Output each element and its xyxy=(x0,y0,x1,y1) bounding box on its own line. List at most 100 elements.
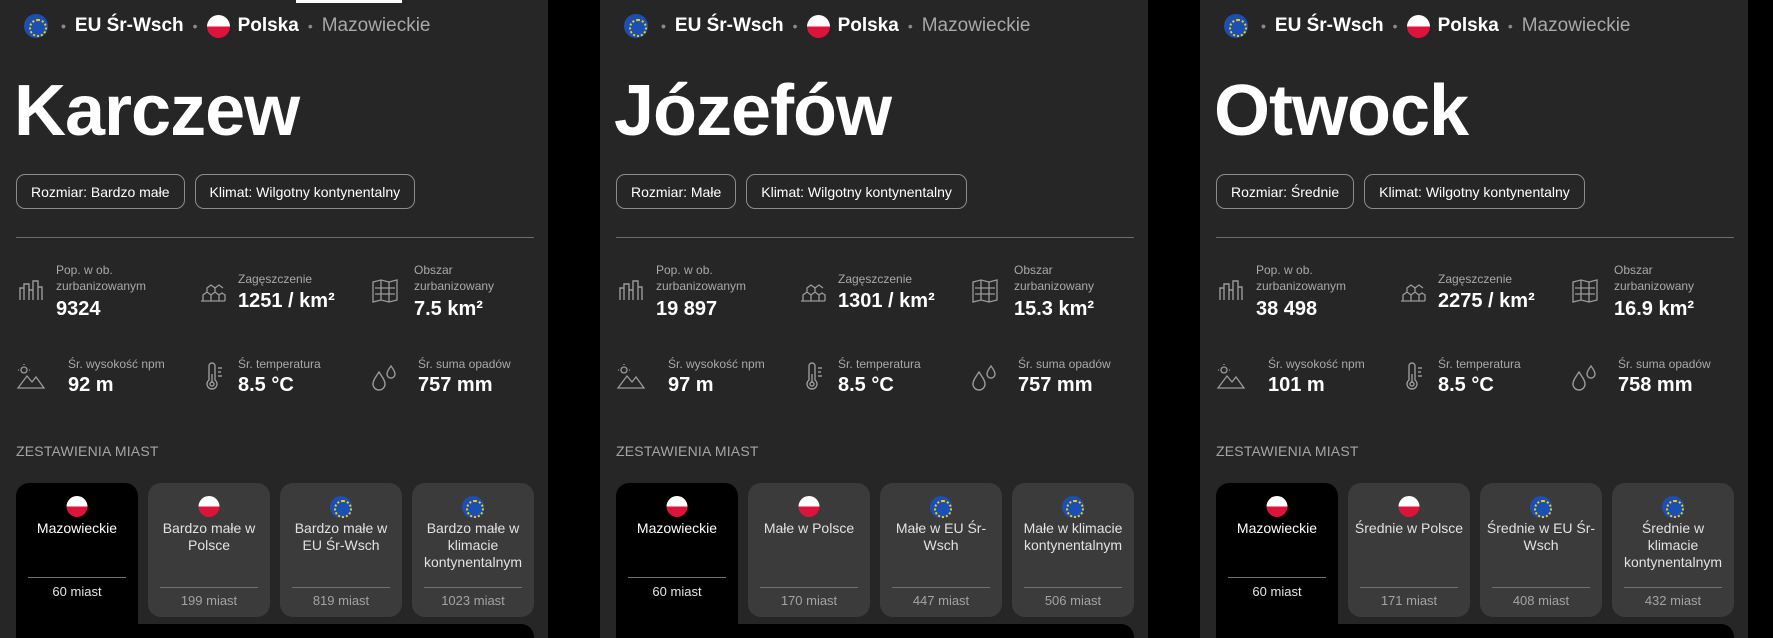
flag-slot xyxy=(198,496,220,522)
city-title: Józefów xyxy=(614,71,892,151)
thermometer-icon xyxy=(798,362,828,392)
poland-flag-icon xyxy=(798,496,820,517)
breadcrumb-region[interactable]: • EU Śr-Wsch xyxy=(624,14,784,38)
breadcrumb-province[interactable]: Mazowieckie xyxy=(1522,15,1631,37)
ranking-card-climate[interactable]: Średnie w klimacie kontynentalnym 432 mi… xyxy=(1612,483,1734,617)
card-count: 447 miast xyxy=(912,593,970,608)
ranking-card-province[interactable]: Mazowieckie 60 miast xyxy=(616,483,738,638)
ranking-card-climate[interactable]: Małe w klimacie kontynentalnym 506 miast xyxy=(1012,483,1134,617)
city-panel-jozefow: • EU Śr-Wsch • Polska • Mazowieckie Józef… xyxy=(600,0,1148,638)
climate-tag[interactable]: Klimat: Wilgotny kontynentalny xyxy=(1364,174,1585,209)
size-tag[interactable]: Rozmiar: Małe xyxy=(616,174,737,209)
ranking-card-country[interactable]: Bardzo małe w Polsce 199 miast xyxy=(148,483,270,617)
size-tag[interactable]: Rozmiar: Bardzo małe xyxy=(16,174,185,209)
eu-flag-icon xyxy=(330,496,352,518)
breadcrumb-province-label: Mazowieckie xyxy=(321,15,431,36)
divider xyxy=(16,237,534,238)
city-panel-otwock: • EU Śr-Wsch • Polska • Mazowieckie Otwoc… xyxy=(1200,0,1748,638)
ranking-card-climate[interactable]: Bardzo małe w klimacie kontynentalnym 10… xyxy=(412,483,534,617)
card-title: Mazowieckie xyxy=(636,520,718,536)
stat-label: Obszar zurbanizowany xyxy=(414,263,495,293)
ranking-card-province[interactable]: Mazowieckie 60 miast xyxy=(1216,483,1338,638)
breadcrumb-region-label: EU Śr-Wsch xyxy=(1274,15,1384,36)
stat-label: Śr. temperatura xyxy=(238,357,321,371)
card-divider xyxy=(1492,587,1590,588)
stat-value: 1251 / km² xyxy=(238,290,335,312)
breadcrumb-province-label: Mazowieckie xyxy=(1521,15,1631,36)
stat-label: Śr. wysokość npm xyxy=(68,357,165,371)
stat-value: 19 897 xyxy=(656,298,718,320)
divider xyxy=(1216,237,1734,238)
card-divider xyxy=(424,587,522,588)
flag-slot xyxy=(462,496,484,523)
poland-flag-icon xyxy=(198,496,220,517)
card-count: 60 miast xyxy=(52,584,102,599)
ranking-card-region[interactable]: Średnie w EU Śr-Wsch 408 miast xyxy=(1480,483,1602,617)
stat-value: 101 m xyxy=(1268,374,1325,396)
card-title: Małe w klimacie kontynentalnym xyxy=(1023,520,1123,553)
card-count: 819 miast xyxy=(312,593,370,608)
stat-label: Zagęszczenie xyxy=(1438,272,1513,286)
flag-slot xyxy=(1662,496,1684,523)
breadcrumb-country-label: Polska xyxy=(237,15,299,36)
ranking-card-region[interactable]: Bardzo małe w EU Śr-Wsch 819 miast xyxy=(280,483,402,617)
ranking-card-province[interactable]: Mazowieckie 60 miast xyxy=(16,483,138,638)
flag-slot xyxy=(1062,496,1084,523)
card-count: 506 miast xyxy=(1044,593,1102,608)
breadcrumb-country[interactable]: Polska xyxy=(206,14,299,38)
stat-value: 2275 / km² xyxy=(1438,290,1535,312)
city-map-icon xyxy=(1570,276,1600,306)
breadcrumb-region[interactable]: • EU Śr-Wsch xyxy=(1224,14,1384,38)
flag-slot xyxy=(666,496,688,522)
card-count: 432 miast xyxy=(1644,593,1702,608)
rain-drops-icon xyxy=(1570,362,1600,392)
card-count: 408 miast xyxy=(1512,593,1570,608)
stat-label: Śr. suma opadów xyxy=(1018,357,1111,371)
stat-value: 15.3 km² xyxy=(1014,298,1095,320)
stat-value: 757 mm xyxy=(1018,374,1093,396)
breadcrumb-country[interactable]: Polska xyxy=(1406,14,1499,38)
breadcrumb-region[interactable]: • EU Śr-Wsch xyxy=(24,14,184,38)
mountain-sun-icon xyxy=(616,362,646,392)
city-tags: Rozmiar: Małe Klimat: Wilgotny kontynent… xyxy=(616,174,967,209)
city-panel-karczew: • EU Śr-Wsch • Polska • Mazowieckie Karcz… xyxy=(0,0,548,638)
card-divider xyxy=(1024,587,1122,588)
eu-flag-icon xyxy=(462,496,484,518)
stat-label: Pop. w ob. zurbanizowanym xyxy=(1256,263,1347,293)
stat-value: 92 m xyxy=(68,374,114,396)
poland-flag-icon xyxy=(1398,496,1420,517)
stat-label: Śr. wysokość npm xyxy=(1268,357,1365,371)
card-title: Małe w Polsce xyxy=(763,520,855,536)
card-divider xyxy=(628,577,726,578)
city-title: Karczew xyxy=(14,71,300,151)
ranking-card-country[interactable]: Małe w Polsce 170 miast xyxy=(748,483,870,617)
card-divider xyxy=(760,587,858,588)
breadcrumb: • EU Śr-Wsch • Polska • Mazowieckie xyxy=(1224,14,1631,38)
stat-value: 758 mm xyxy=(1618,374,1693,396)
flag-slot xyxy=(330,496,352,523)
ranking-card-region[interactable]: Małe w EU Śr-Wsch 447 miast xyxy=(880,483,1002,617)
stat-value: 8.5 °C xyxy=(238,374,294,396)
card-divider xyxy=(1360,587,1458,588)
divider xyxy=(616,237,1134,238)
breadcrumb-separator: • xyxy=(907,18,913,34)
city-skyline-icon xyxy=(16,274,46,304)
breadcrumb-province[interactable]: Mazowieckie xyxy=(322,15,431,37)
city-map-icon xyxy=(370,276,400,306)
stat-value: 8.5 °C xyxy=(1438,374,1494,396)
poland-flag-icon xyxy=(806,14,830,38)
breadcrumb-province[interactable]: Mazowieckie xyxy=(922,15,1031,37)
ranking-card-country[interactable]: Średnie w Polsce 171 miast xyxy=(1348,483,1470,617)
climate-tag[interactable]: Klimat: Wilgotny kontynentalny xyxy=(746,174,967,209)
rain-drops-icon xyxy=(370,362,400,392)
eu-flag-icon xyxy=(1224,14,1248,38)
climate-tag[interactable]: Klimat: Wilgotny kontynentalny xyxy=(194,174,416,209)
breadcrumb-separator: • xyxy=(192,18,198,34)
bottom-panel xyxy=(616,624,1134,638)
eu-flag-icon xyxy=(1662,496,1684,518)
size-tag[interactable]: Rozmiar: Średnie xyxy=(1216,174,1355,209)
stat-label: Śr. suma opadów xyxy=(1618,357,1711,371)
breadcrumb-country[interactable]: Polska xyxy=(806,14,899,38)
flag-slot xyxy=(1530,496,1552,523)
stacked-houses-icon xyxy=(198,276,228,306)
